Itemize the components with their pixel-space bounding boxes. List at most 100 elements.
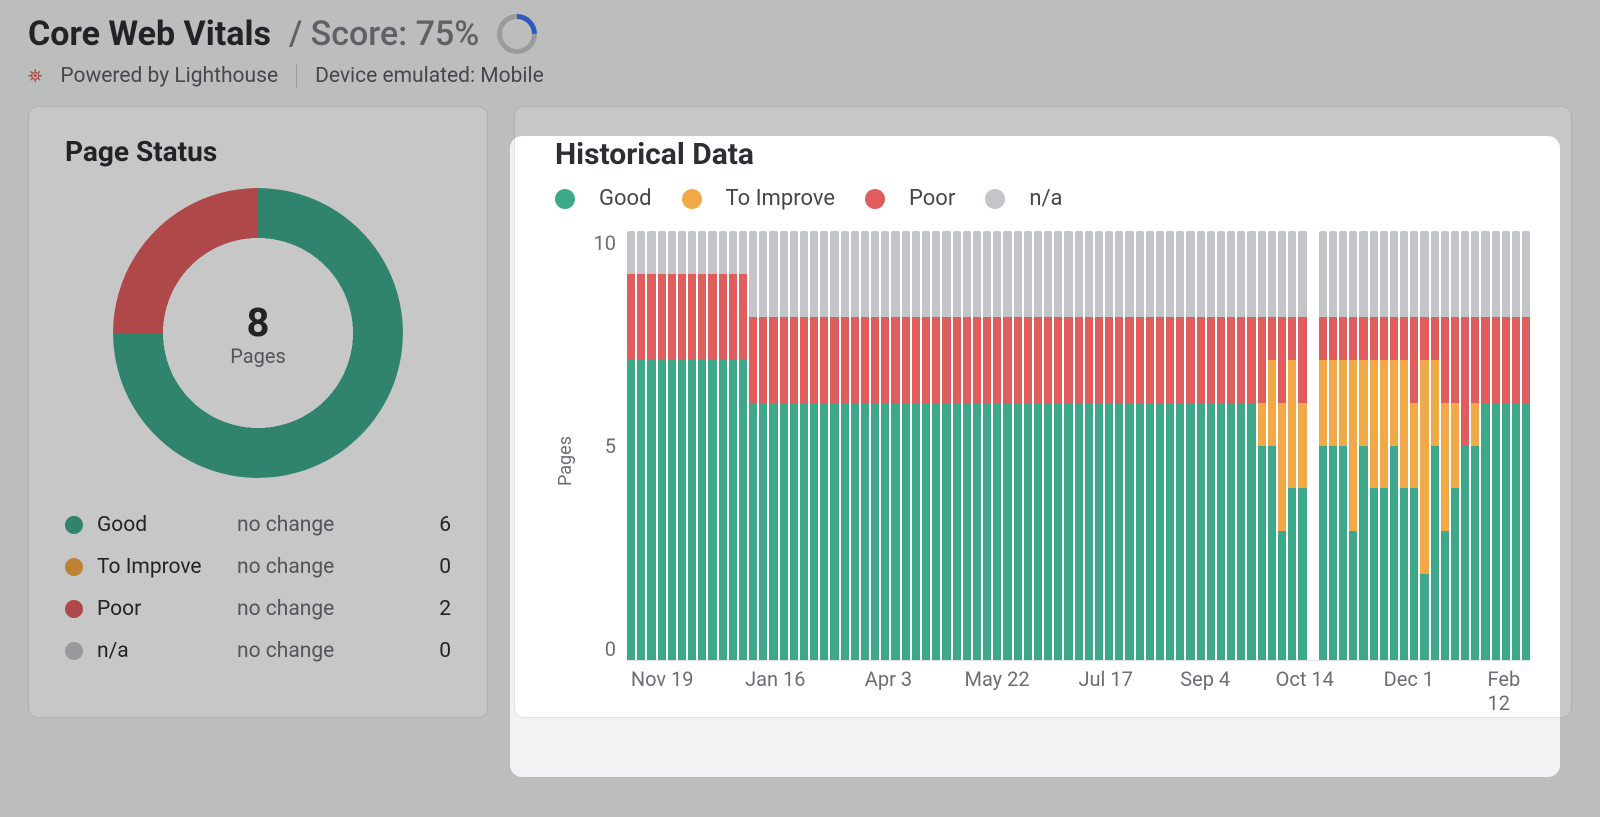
bar[interactable]: [658, 231, 666, 660]
bar[interactable]: [1370, 231, 1378, 660]
bar[interactable]: [1512, 231, 1520, 660]
bar[interactable]: [1003, 231, 1011, 660]
bar[interactable]: [769, 231, 777, 660]
bar[interactable]: [973, 231, 981, 660]
bar[interactable]: [1471, 231, 1479, 660]
bar[interactable]: [1115, 231, 1123, 660]
legend-label: Good: [599, 186, 652, 211]
bar[interactable]: [688, 231, 696, 660]
bar[interactable]: [1319, 231, 1327, 660]
bar[interactable]: [1431, 231, 1439, 660]
status-row[interactable]: Poor no change 2: [65, 588, 451, 630]
bar[interactable]: [871, 231, 879, 660]
bar[interactable]: [1288, 231, 1296, 660]
bar[interactable]: [708, 231, 716, 660]
bar[interactable]: [749, 231, 757, 660]
status-row[interactable]: To Improve no change 0: [65, 546, 451, 588]
bar[interactable]: [1156, 231, 1164, 660]
bar[interactable]: [1298, 231, 1306, 660]
bar[interactable]: [922, 231, 930, 660]
stacked-bar-chart[interactable]: [626, 231, 1531, 661]
bar[interactable]: [810, 231, 818, 660]
status-row[interactable]: n/a no change 0: [65, 630, 451, 672]
bar[interactable]: [1075, 231, 1083, 660]
bar[interactable]: [668, 231, 676, 660]
bar[interactable]: [1359, 231, 1367, 660]
bar[interactable]: [1125, 231, 1133, 660]
bar[interactable]: [993, 231, 1001, 660]
bar[interactable]: [912, 231, 920, 660]
bar[interactable]: [637, 231, 645, 660]
bar[interactable]: [1085, 231, 1093, 660]
legend-item[interactable]: To Improve: [682, 186, 836, 211]
bar[interactable]: [1064, 231, 1072, 660]
bar[interactable]: [1024, 231, 1032, 660]
bar[interactable]: [942, 231, 950, 660]
bar[interactable]: [953, 231, 961, 660]
bar[interactable]: [851, 231, 859, 660]
bar[interactable]: [1247, 231, 1255, 660]
bar[interactable]: [678, 231, 686, 660]
bar[interactable]: [800, 231, 808, 660]
bar[interactable]: [1410, 231, 1418, 660]
bar[interactable]: [1461, 231, 1469, 660]
bar[interactable]: [891, 231, 899, 660]
bar[interactable]: [790, 231, 798, 660]
bar[interactable]: [1095, 231, 1103, 660]
bar[interactable]: [1258, 231, 1266, 660]
bar[interactable]: [1502, 231, 1510, 660]
bar[interactable]: [729, 231, 737, 660]
bar[interactable]: [1014, 231, 1022, 660]
bar[interactable]: [1278, 231, 1286, 660]
legend-item[interactable]: n/a: [985, 186, 1062, 211]
bar[interactable]: [1451, 231, 1459, 660]
bar[interactable]: [1492, 231, 1500, 660]
bar[interactable]: [780, 231, 788, 660]
bar[interactable]: [1146, 231, 1154, 660]
bar[interactable]: [627, 231, 635, 660]
bar[interactable]: [1044, 231, 1052, 660]
bar[interactable]: [841, 231, 849, 660]
bar[interactable]: [1380, 231, 1388, 660]
bar[interactable]: [739, 231, 747, 660]
bar[interactable]: [932, 231, 940, 660]
bar[interactable]: [902, 231, 910, 660]
legend-item[interactable]: Good: [555, 186, 652, 211]
bar[interactable]: [1166, 231, 1174, 660]
bar[interactable]: [830, 231, 838, 660]
bar[interactable]: [1034, 231, 1042, 660]
bar[interactable]: [719, 231, 727, 660]
bar[interactable]: [1105, 231, 1113, 660]
bar[interactable]: [1186, 231, 1194, 660]
bar[interactable]: [1441, 231, 1449, 660]
bar[interactable]: [1390, 231, 1398, 660]
bar[interactable]: [1400, 231, 1408, 660]
bar[interactable]: [1339, 231, 1347, 660]
bar[interactable]: [1349, 231, 1357, 660]
bar[interactable]: [1207, 231, 1215, 660]
status-row[interactable]: Good no change 6: [65, 504, 451, 546]
bar[interactable]: [1237, 231, 1245, 660]
bar[interactable]: [1329, 231, 1337, 660]
legend-item[interactable]: Poor: [865, 186, 955, 211]
bar[interactable]: [1176, 231, 1184, 660]
bar[interactable]: [1136, 231, 1144, 660]
page-status-title: Page Status: [65, 135, 451, 168]
bar[interactable]: [881, 231, 889, 660]
bar[interactable]: [1481, 231, 1489, 660]
bar[interactable]: [698, 231, 706, 660]
donut-chart[interactable]: 8 Pages: [113, 188, 403, 478]
bar[interactable]: [820, 231, 828, 660]
bar[interactable]: [1268, 231, 1276, 660]
bar[interactable]: [759, 231, 767, 660]
bar[interactable]: [1227, 231, 1235, 660]
bar[interactable]: [963, 231, 971, 660]
bar[interactable]: [1054, 231, 1062, 660]
bar[interactable]: [1420, 231, 1428, 660]
bar[interactable]: [647, 231, 655, 660]
bar[interactable]: [1522, 231, 1530, 660]
bar[interactable]: [983, 231, 991, 660]
bar[interactable]: [1197, 231, 1205, 660]
bar[interactable]: [1217, 231, 1225, 660]
bar[interactable]: [861, 231, 869, 660]
